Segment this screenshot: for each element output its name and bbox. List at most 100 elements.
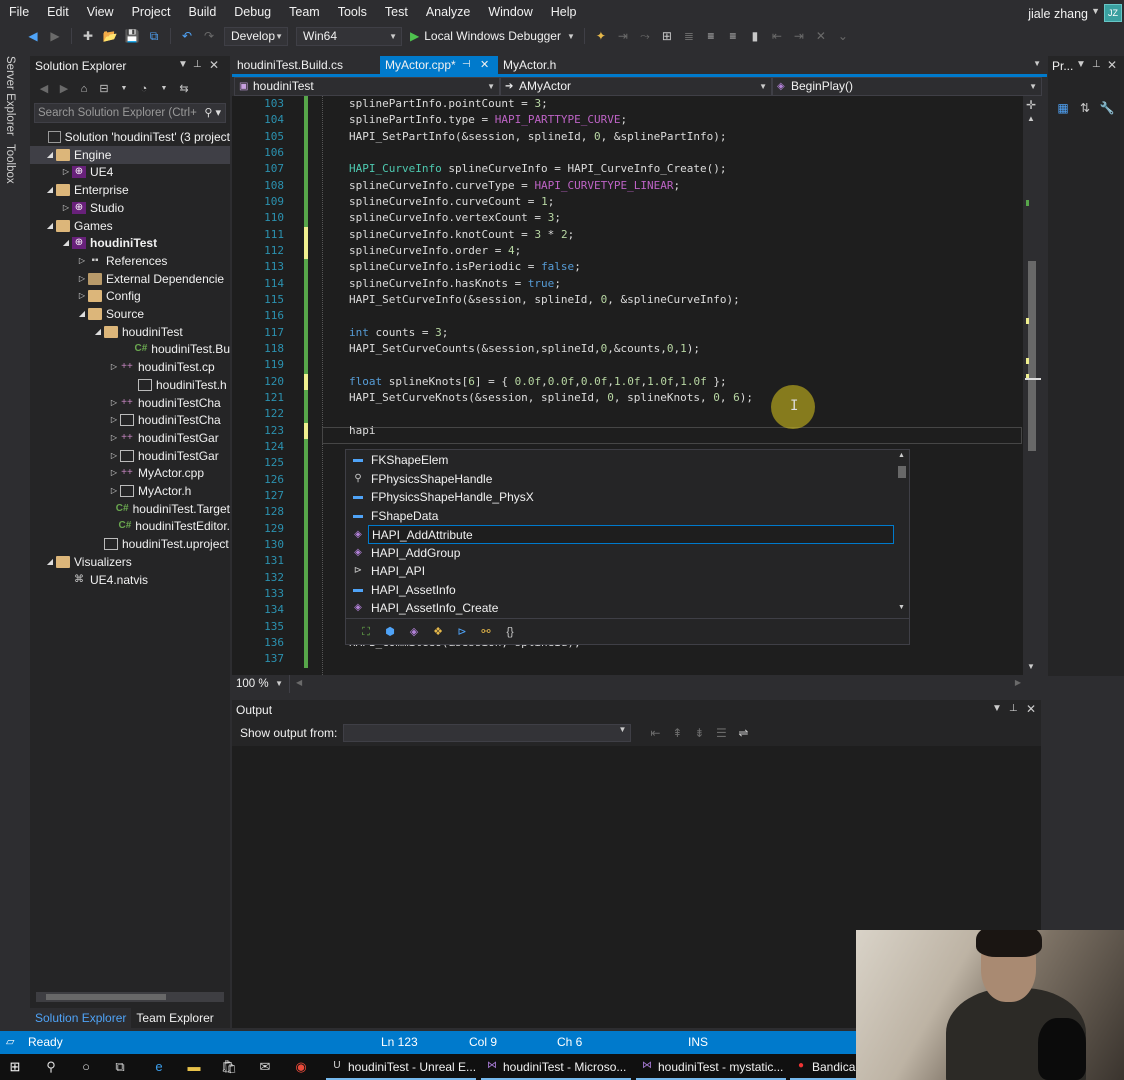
tree-item[interactable]: ▷ External Dependencie	[30, 270, 230, 288]
forward-icon[interactable]: ▶	[47, 28, 63, 44]
tree-item[interactable]: ▷ ▪▪ References	[30, 252, 230, 270]
task-view-icon[interactable]: ⧉	[111, 1058, 129, 1076]
taskbar-app-item[interactable]: ⋈ houdiniTest - mystatic...	[636, 1054, 786, 1080]
file-explorer-icon[interactable]: ▬	[185, 1058, 203, 1076]
forward-icon[interactable]: ▶	[57, 81, 71, 97]
scroll-down-icon[interactable]: ▼	[898, 604, 905, 611]
tree-item[interactable]: ◢ ⊕ houdiniTest	[30, 234, 230, 252]
bookmark-icon[interactable]: ▮	[747, 28, 763, 44]
menu-project[interactable]: Project	[123, 0, 180, 24]
close-icon[interactable]: ✕	[209, 58, 219, 72]
collapsed-arrow-icon[interactable]: ▷	[108, 429, 120, 447]
tab-team-explorer[interactable]: Team Explorer	[131, 1008, 218, 1028]
intellisense-item[interactable]: ⚲ FPhysicsShapeHandle	[346, 470, 891, 489]
code-line[interactable]: 113 splineCurveInfo.isPeriodic = false;	[232, 259, 1023, 276]
code-line[interactable]: 119	[232, 357, 1023, 374]
collapsed-arrow-icon[interactable]: ▷	[108, 464, 120, 482]
tab-build-cs[interactable]: houdiniTest.Build.cs	[232, 56, 348, 74]
code-line[interactable]: 106	[232, 144, 1023, 162]
code-line[interactable]: 105 HAPI_SetPartInfo(&session, splineId, …	[232, 128, 1023, 145]
next-message-icon[interactable]: ⇟	[691, 725, 707, 741]
code-line[interactable]: 104 splinePartInfo.type = HAPI_PARTTYPE_C…	[232, 112, 1023, 129]
taskbar-app-item[interactable]: ⋈ houdiniTest - Microso...	[481, 1054, 631, 1080]
code-line[interactable]: 114 splineCurveInfo.hasKnots = true;	[232, 275, 1023, 292]
intellisense-item[interactable]: ▬ FPhysicsShapeHandle_PhysX	[346, 488, 891, 507]
collapsed-arrow-icon[interactable]: ▷	[108, 358, 120, 376]
uncomment-icon[interactable]: ≡	[725, 28, 741, 44]
pin-icon[interactable]: ⊣	[462, 56, 471, 74]
chevron-down-icon[interactable]: ▼	[1033, 59, 1041, 68]
tree-item[interactable]: ◢ Engine	[30, 145, 230, 164]
method-select[interactable]: ◈ BeginPlay() ▼	[772, 77, 1042, 96]
intellisense-popup[interactable]: ▲ ▼ ⛶ ⬢ ◈ ❖ ⊳ ⚯ {} ▬ FKShapeElem ⚲ FPhysics…	[345, 449, 910, 645]
save-icon[interactable]: 💾	[124, 28, 140, 44]
tree-item[interactable]: ◢ houdiniTest	[30, 323, 230, 341]
filter-class-icon[interactable]: ⬢	[380, 624, 400, 640]
code-line[interactable]: 121 HAPI_SetCurveKnots(&session, splineId…	[232, 389, 1023, 407]
close-icon[interactable]: ✕	[480, 56, 489, 74]
tree-item[interactable]: ⌘ UE4.natvis	[30, 571, 230, 589]
output-source-select[interactable]: ▼	[343, 724, 632, 742]
new-project-icon[interactable]: ✚	[80, 28, 96, 44]
taskbar-app-item[interactable]: UhoudiniTest - Unreal E...	[326, 1054, 476, 1080]
tab-myactor-cpp[interactable]: MyActor.cpp* ⊣ ✕	[380, 56, 498, 74]
start-debugger-button[interactable]: ▶ Local Windows Debugger ▼	[410, 29, 575, 43]
next-bookmark-icon[interactable]: ⇥	[791, 28, 807, 44]
expanded-arrow-icon[interactable]: ◢	[44, 146, 56, 164]
save-all-icon[interactable]: ⧉	[146, 28, 162, 44]
store-icon[interactable]: 🛍	[220, 1058, 238, 1076]
server-explorer-tab[interactable]: Server Explorer	[4, 56, 16, 136]
collapsed-arrow-icon[interactable]: ▷	[76, 252, 88, 270]
collapsed-arrow-icon[interactable]: ▷	[108, 482, 120, 500]
menu-edit[interactable]: Edit	[38, 0, 78, 24]
split-icon[interactable]: ✛	[1026, 98, 1036, 112]
menu-view[interactable]: View	[78, 0, 123, 24]
code-line[interactable]: 108 splineCurveInfo.curveType = HAPI_CURV…	[232, 177, 1023, 194]
tree-item[interactable]: ▷ MyActor.h	[30, 482, 230, 500]
chevron-down-icon[interactable]: ▼	[157, 81, 171, 97]
search-icon[interactable]: ⚲ ▾	[204, 104, 221, 122]
solution-explorer-search-input[interactable]: Search Solution Explorer (Ctrl+ ⚲ ▾	[34, 103, 226, 123]
tree-item[interactable]: ▷ ⊕ Studio	[30, 199, 230, 217]
menu-team[interactable]: Team	[280, 0, 329, 24]
pin-icon[interactable]: ⊥	[1092, 59, 1101, 70]
menu-help[interactable]: Help	[542, 0, 586, 24]
scroll-left-icon[interactable]: ◀	[296, 678, 302, 687]
code-line[interactable]: 111 splineCurveInfo.knotCount = 3 * 2;	[232, 226, 1023, 243]
horizontal-scrollbar[interactable]	[36, 992, 224, 1002]
configuration-select[interactable]: Develop ▼	[224, 26, 288, 46]
tree-item[interactable]: Solution 'houdiniTest' (3 project	[30, 128, 230, 146]
intellisense-item[interactable]: ▬ FKShapeElem	[346, 451, 891, 470]
word-wrap-icon[interactable]: ⇌	[735, 725, 751, 741]
scrollbar-thumb[interactable]	[46, 994, 166, 1000]
scroll-up-icon[interactable]: ▲	[1027, 114, 1035, 123]
code-line[interactable]: 109 splineCurveInfo.curveCount = 1;	[232, 193, 1023, 211]
back-icon[interactable]: ◀	[37, 81, 51, 97]
step-over-icon[interactable]: ⤳	[637, 28, 653, 44]
toolbox-tab[interactable]: Toolbox	[4, 144, 16, 184]
filter-macro-icon[interactable]: ⊳	[452, 624, 472, 640]
code-line[interactable]: 137	[232, 651, 1023, 668]
code-line[interactable]: 117 int counts = 3;	[232, 324, 1023, 341]
menu-file[interactable]: File	[0, 0, 38, 24]
expanded-arrow-icon[interactable]: ◢	[44, 553, 56, 571]
menu-debug[interactable]: Debug	[225, 0, 280, 24]
scroll-down-icon[interactable]: ▼	[1027, 662, 1035, 671]
categorized-icon[interactable]: ▦	[1055, 100, 1071, 116]
menu-analyze[interactable]: Analyze	[417, 0, 479, 24]
step-icon[interactable]: ⇥	[615, 28, 631, 44]
tree-item[interactable]: ◢ Enterprise	[30, 181, 230, 199]
prev-bookmark-icon[interactable]: ⇤	[769, 28, 785, 44]
filter-function-icon[interactable]: ◈	[404, 624, 424, 640]
open-folder-icon[interactable]: 📂	[102, 28, 118, 44]
find-message-icon[interactable]: ⇤	[647, 725, 663, 741]
filter-member-icon[interactable]: ❖	[428, 624, 448, 640]
pin-icon[interactable]: ⊥	[1009, 703, 1018, 714]
expanded-arrow-icon[interactable]: ◢	[44, 181, 56, 199]
tree-item[interactable]: ▷ ++ houdiniTest.cp	[30, 358, 230, 376]
search-icon[interactable]: ⚲	[42, 1058, 60, 1076]
tree-item[interactable]: C# houdiniTestEditor.	[30, 517, 230, 535]
avatar[interactable]: JZ	[1104, 4, 1122, 22]
tab-solution-explorer[interactable]: Solution Explorer	[30, 1008, 132, 1028]
filter-typedef-icon[interactable]: ⚯	[476, 624, 496, 640]
